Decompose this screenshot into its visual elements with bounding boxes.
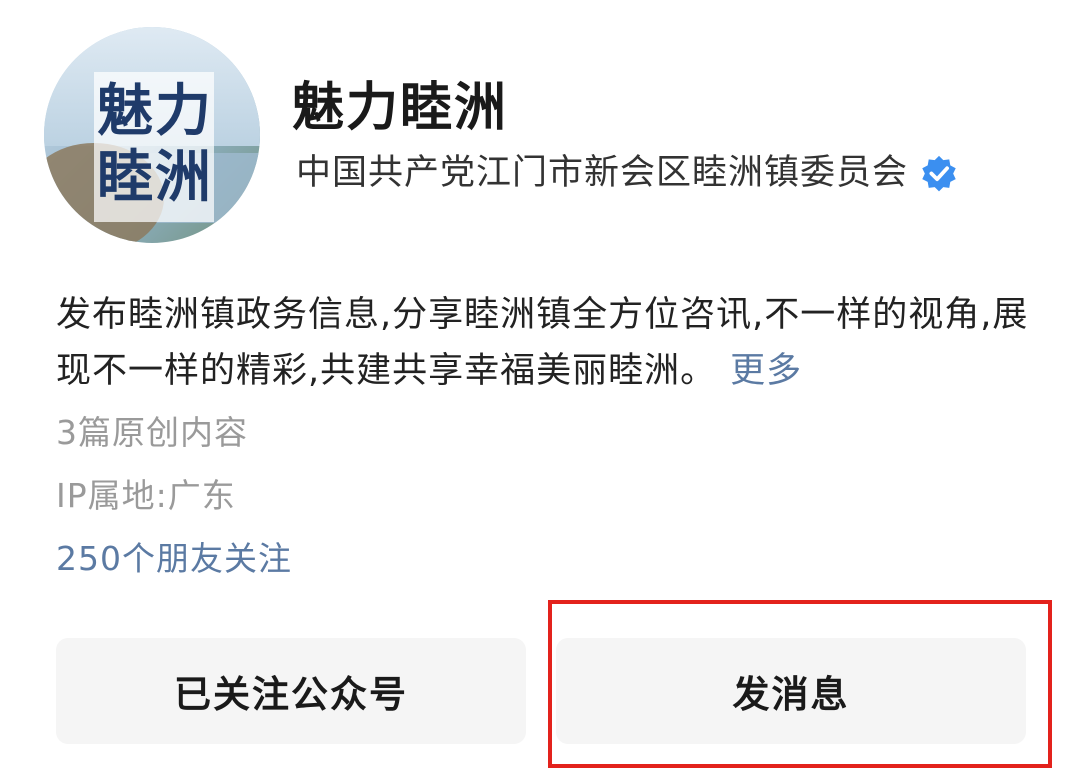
organization-label: 中国共产党江门市新会区睦洲镇委员会 xyxy=(296,153,909,193)
verified-badge-icon[interactable] xyxy=(920,154,958,192)
official-account-profile: 魅力 睦洲 魅力睦洲 中国共产党江门市新会区睦洲镇委员会 发布睦洲镇政务信息,分… xyxy=(0,0,1080,777)
avatar-logo-line1: 魅力 xyxy=(97,79,213,144)
friends-following-link[interactable]: 250个朋友关注 xyxy=(56,537,292,581)
send-message-label: 发消息 xyxy=(732,673,850,716)
original-articles-count: 3篇原创内容 xyxy=(56,413,248,452)
description-text: 发布睦洲镇政务信息,分享睦洲镇全方位咨讯,不一样的视角,展现不一样的精彩,共建共… xyxy=(56,295,1029,391)
ip-location: IP属地:广东 xyxy=(56,476,236,515)
avatar[interactable]: 魅力 睦洲 xyxy=(44,27,260,243)
avatar-logo-line2: 睦洲 xyxy=(97,145,213,210)
account-description: 发布睦洲镇政务信息,分享睦洲镇全方位咨讯,不一样的视角,展现不一样的精彩,共建共… xyxy=(56,287,1036,399)
followed-account-button[interactable]: 已关注公众号 xyxy=(56,638,526,744)
account-organization: 中国共产党江门市新会区睦洲镇委员会 xyxy=(296,150,958,196)
account-name: 魅力睦洲 xyxy=(292,78,509,138)
followed-account-label: 已关注公众号 xyxy=(174,673,408,716)
send-message-button[interactable]: 发消息 xyxy=(556,638,1026,744)
avatar-logo-text: 魅力 睦洲 xyxy=(90,79,220,211)
more-link[interactable]: 更多 xyxy=(730,351,802,391)
